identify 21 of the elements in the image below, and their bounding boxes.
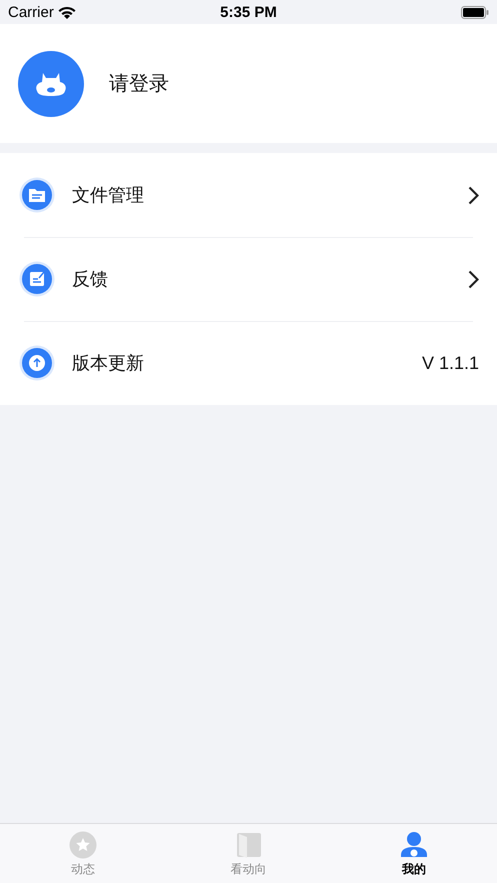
- menu-label: 文件管理: [72, 184, 145, 207]
- menu-item[interactable]: 反馈: [0, 237, 497, 321]
- version-text: V 1.1.1: [422, 352, 479, 374]
- clock-time: 5:35 PM: [220, 4, 277, 20]
- menu-item[interactable]: 文件管理: [0, 153, 497, 237]
- menu-label: 反馈: [72, 268, 109, 291]
- menu-label: 版本更新: [72, 352, 145, 375]
- tab-item[interactable]: 我的: [331, 824, 497, 883]
- menu-item[interactable]: 版本更新 V 1.1.1: [0, 321, 497, 405]
- user-icon: [400, 831, 428, 859]
- folder-icon: [19, 177, 55, 213]
- avatar-icon[interactable]: [18, 50, 84, 116]
- chevron-icon: [468, 186, 479, 204]
- book-icon: [234, 831, 262, 859]
- carrier-label: Carrier: [8, 4, 54, 20]
- login-prompt[interactable]: 请登录: [109, 70, 169, 97]
- chevron-icon: [468, 270, 479, 288]
- note-icon: [19, 261, 55, 297]
- upload-icon: [19, 345, 55, 381]
- wifi-icon: [58, 6, 76, 18]
- battery-icon: [461, 6, 489, 18]
